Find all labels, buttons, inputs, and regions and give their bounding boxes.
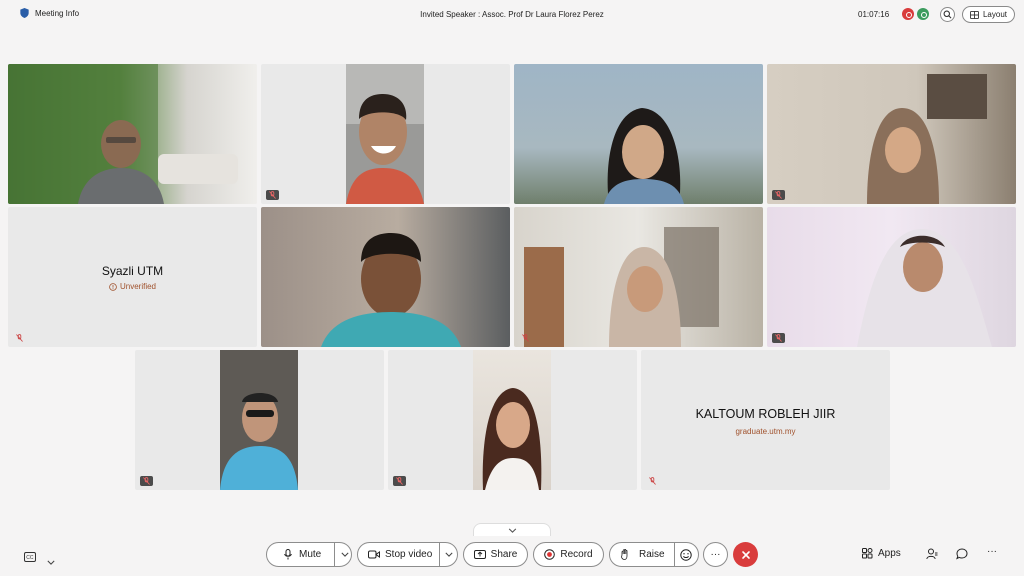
participants-icon bbox=[926, 548, 938, 560]
apps-icon bbox=[862, 548, 873, 559]
muted-mic-icon bbox=[772, 190, 785, 200]
captions-menu-button[interactable] bbox=[47, 552, 55, 570]
video-control[interactable]: Stop video bbox=[357, 542, 458, 567]
chevron-down-icon bbox=[341, 552, 349, 557]
participant-tile[interactable] bbox=[767, 207, 1016, 347]
person-figure bbox=[857, 229, 992, 347]
muted-mic-icon bbox=[13, 333, 26, 343]
share-screen-icon bbox=[473, 549, 486, 559]
recording-indicator-icon[interactable] bbox=[902, 8, 914, 20]
stop-video-label: Stop video bbox=[385, 549, 433, 560]
chevron-down-icon bbox=[508, 528, 516, 533]
participant-tile[interactable] bbox=[8, 64, 257, 204]
participant-tile[interactable] bbox=[261, 207, 510, 347]
microphone-icon bbox=[284, 549, 292, 560]
warning-icon bbox=[109, 282, 117, 291]
layout-label: Layout bbox=[982, 10, 1008, 19]
magnifier-icon bbox=[943, 10, 952, 19]
participant-tile[interactable] bbox=[514, 207, 763, 347]
person-figure bbox=[220, 393, 298, 490]
muted-mic-icon bbox=[266, 190, 279, 200]
muted-mic-icon bbox=[519, 333, 532, 343]
record-button[interactable]: Record bbox=[533, 542, 604, 567]
leave-meeting-button[interactable] bbox=[733, 542, 758, 567]
mute-control[interactable]: Mute bbox=[266, 542, 352, 567]
mute-label: Mute bbox=[299, 549, 322, 560]
more-options-button[interactable]: ··· bbox=[703, 542, 728, 567]
participant-tile[interactable] bbox=[514, 64, 763, 204]
overflow-label: ··· bbox=[987, 546, 997, 557]
person-figure bbox=[482, 388, 542, 490]
participant-video bbox=[261, 207, 510, 347]
apps-label: Apps bbox=[878, 548, 901, 559]
close-icon bbox=[741, 550, 750, 559]
person-figure bbox=[8, 64, 238, 204]
person-figure bbox=[524, 227, 719, 347]
unverified-badge: Unverified bbox=[8, 282, 257, 291]
record-icon bbox=[544, 549, 556, 560]
stop-video-button[interactable]: Stop video bbox=[368, 549, 432, 560]
layout-button[interactable]: Layout bbox=[962, 6, 1015, 23]
grid-layout-icon bbox=[970, 10, 979, 19]
muted-mic-icon bbox=[393, 476, 406, 486]
participant-tile[interactable] bbox=[135, 350, 384, 490]
top-bar: Meeting Info Invited Speaker : Assoc. Pr… bbox=[0, 0, 1024, 30]
participant-video bbox=[220, 350, 298, 490]
meeting-timer: 01:07:16 bbox=[858, 10, 890, 19]
share-button[interactable]: Share bbox=[463, 542, 528, 567]
svg-text:CC: CC bbox=[26, 555, 34, 561]
reactions-button[interactable] bbox=[679, 548, 692, 561]
person-figure bbox=[867, 74, 987, 204]
chat-button[interactable] bbox=[956, 548, 968, 560]
overflow-menu-button[interactable]: ··· bbox=[987, 546, 997, 557]
participant-video bbox=[514, 64, 763, 204]
control-bar: CC Mute Stop video Share Record Raise ··… bbox=[0, 536, 1024, 576]
captions-button[interactable]: CC bbox=[24, 549, 36, 567]
participant-video bbox=[8, 64, 257, 204]
chevron-down-icon bbox=[445, 552, 453, 557]
raise-hand-button[interactable]: Raise bbox=[620, 549, 665, 560]
muted-mic-icon bbox=[140, 476, 153, 486]
captions-icon: CC bbox=[24, 552, 36, 562]
mute-button[interactable]: Mute bbox=[284, 549, 321, 560]
connection-indicator-icon[interactable] bbox=[917, 8, 929, 20]
participant-name: KALTOUM ROBLEH JIIR bbox=[695, 407, 836, 421]
share-label: Share bbox=[490, 549, 518, 560]
chat-icon bbox=[956, 548, 968, 560]
participant-video bbox=[514, 207, 763, 347]
chevron-down-icon bbox=[47, 560, 55, 565]
smiley-icon bbox=[679, 548, 692, 561]
participant-video bbox=[346, 64, 424, 204]
apps-button[interactable]: Apps bbox=[862, 548, 901, 559]
participant-tile[interactable]: Syazli UTM Unverified bbox=[8, 207, 257, 347]
raise-control[interactable]: Raise bbox=[609, 542, 699, 567]
participant-tile[interactable] bbox=[388, 350, 637, 490]
record-label: Record bbox=[560, 549, 593, 560]
person-figure bbox=[346, 64, 424, 204]
person-figure bbox=[321, 233, 461, 347]
participant-video bbox=[473, 350, 551, 490]
participants-button[interactable] bbox=[926, 548, 938, 560]
camera-icon bbox=[368, 550, 380, 559]
participant-tile[interactable]: KALTOUM ROBLEH JIIR graduate.utm.my bbox=[641, 350, 890, 490]
person-figure bbox=[604, 108, 684, 204]
more-label: ··· bbox=[710, 549, 721, 560]
participant-domain: graduate.utm.my bbox=[735, 427, 796, 436]
participant-tile[interactable] bbox=[767, 64, 1016, 204]
muted-mic-icon bbox=[772, 333, 785, 343]
zoom-button[interactable] bbox=[940, 7, 955, 22]
participant-tile[interactable] bbox=[261, 64, 510, 204]
audio-options-button[interactable] bbox=[341, 549, 349, 560]
hand-icon bbox=[621, 549, 628, 560]
muted-mic-icon bbox=[646, 476, 659, 486]
participant-video bbox=[767, 64, 1016, 204]
expand-handle[interactable] bbox=[473, 523, 551, 537]
participant-video bbox=[767, 207, 1016, 347]
raise-label: Raise bbox=[639, 549, 665, 560]
video-options-button[interactable] bbox=[445, 549, 453, 560]
unverified-label: Unverified bbox=[119, 282, 156, 291]
participant-name: Syazli UTM bbox=[101, 264, 164, 278]
